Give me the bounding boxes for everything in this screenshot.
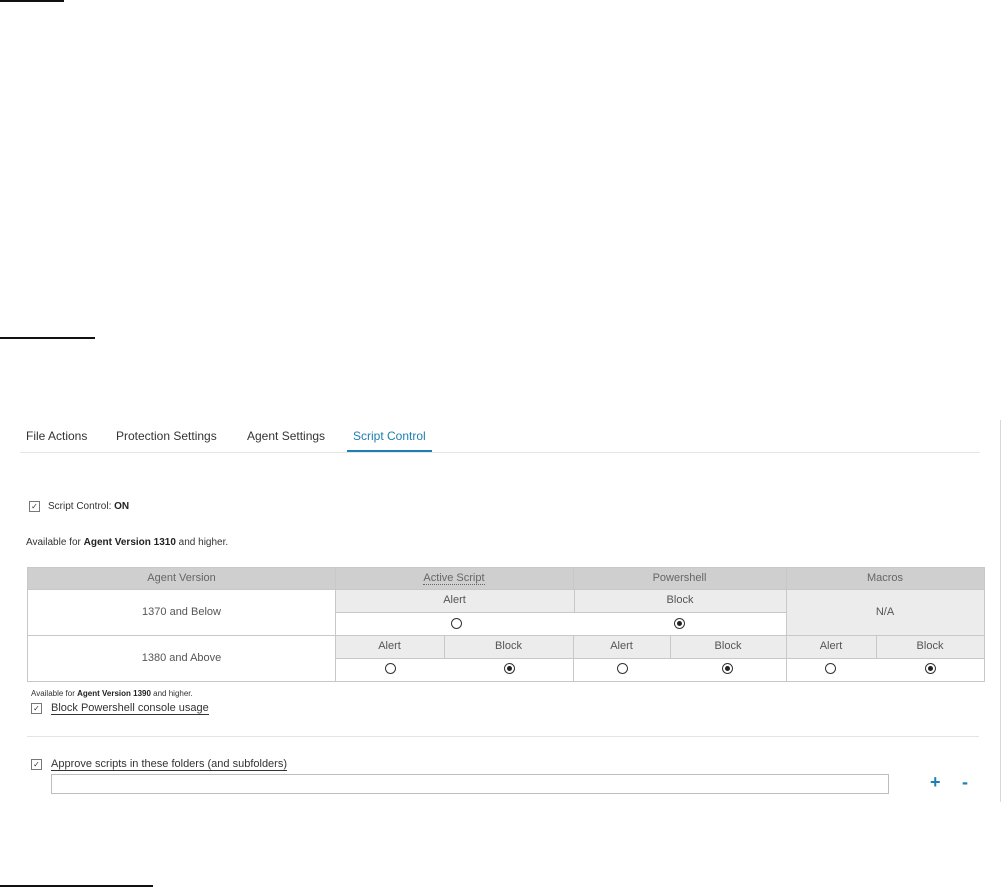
top-rule xyxy=(0,0,64,2)
grid-line xyxy=(574,589,575,612)
grid-line xyxy=(335,612,786,613)
grid-line xyxy=(786,568,787,681)
row2-macros-alert-radio[interactable] xyxy=(825,663,836,674)
approve-scripts-label[interactable]: Approve scripts in these folders (and su… xyxy=(51,758,288,771)
remove-folder-button[interactable]: - xyxy=(962,773,968,791)
add-folder-button[interactable]: + xyxy=(930,773,941,791)
section-divider xyxy=(27,736,979,737)
row2-active-block-radio[interactable] xyxy=(504,663,515,674)
tab-protection-settings[interactable]: Protection Settings xyxy=(110,420,223,451)
tab-file-actions[interactable]: File Actions xyxy=(20,420,93,451)
tab-bar: File Actions Protection Settings Agent S… xyxy=(20,420,980,453)
row2-version: 1380 and Above xyxy=(141,652,222,664)
tab-script-control[interactable]: Script Control xyxy=(347,420,432,452)
row1-alert-radio[interactable] xyxy=(451,618,462,629)
availability-note-2: Available for Agent Version 1390 and hig… xyxy=(31,689,193,698)
header-active-script: Active Script xyxy=(335,568,573,589)
row2-powershell-alert-label: Alert xyxy=(573,635,670,658)
row2-powershell-block-label: Block xyxy=(670,635,786,658)
block-powershell-checkbox[interactable]: ✓ xyxy=(31,703,42,714)
grid-line xyxy=(444,635,445,658)
grid-line xyxy=(335,658,984,659)
row1-block-label: Block xyxy=(574,589,786,612)
header-agent-version: Agent Version xyxy=(28,568,335,589)
grid-line xyxy=(28,635,984,636)
row2-active-alert-radio[interactable] xyxy=(385,663,396,674)
tab-agent-settings[interactable]: Agent Settings xyxy=(241,420,331,451)
section-rule xyxy=(0,337,95,339)
approve-scripts-checkbox[interactable]: ✓ xyxy=(31,759,42,770)
row2-active-block-label: Block xyxy=(444,635,573,658)
row2-macros-alert-label: Alert xyxy=(786,635,876,658)
row2-powershell-alert-radio[interactable] xyxy=(617,663,628,674)
grid-line xyxy=(670,635,671,658)
block-powershell-label[interactable]: Block Powershell console usage xyxy=(51,702,209,715)
row1-alert-label: Alert xyxy=(335,589,574,612)
availability-note: Available for Agent Version 1310 and hig… xyxy=(26,537,229,548)
row1-macros-na: N/A xyxy=(786,589,984,635)
header-macros: Macros xyxy=(786,568,984,589)
grid-line xyxy=(876,635,877,658)
grid-line xyxy=(335,568,336,681)
row1-version: 1370 and Below xyxy=(142,606,221,618)
grid-line xyxy=(573,568,574,589)
row2-macros-block-label: Block xyxy=(876,635,984,658)
script-control-state: ON xyxy=(114,501,130,512)
script-control-checkbox[interactable]: ✓ xyxy=(29,501,40,512)
row2-macros-block-radio[interactable] xyxy=(925,663,936,674)
bottom-rule xyxy=(0,885,153,887)
row2-powershell-block-radio[interactable] xyxy=(722,663,733,674)
header-powershell: Powershell xyxy=(573,568,786,589)
script-control-label: Script Control: ON xyxy=(48,501,130,512)
script-control-table: Agent Version Active Script Powershell M… xyxy=(27,567,985,682)
row1-block-radio[interactable] xyxy=(674,618,685,629)
grid-line xyxy=(28,589,984,590)
row2-active-alert-label: Alert xyxy=(335,635,444,658)
approved-folder-input[interactable] xyxy=(51,774,889,794)
